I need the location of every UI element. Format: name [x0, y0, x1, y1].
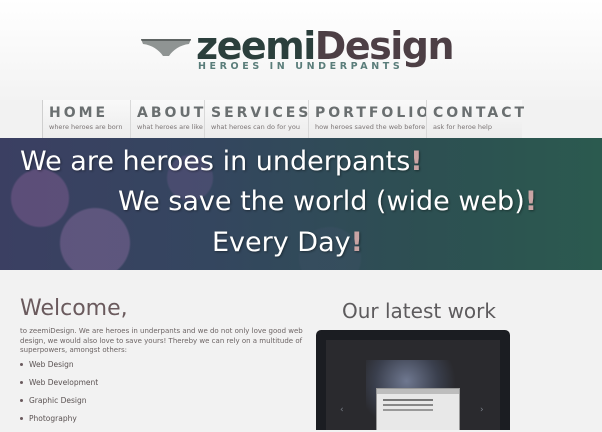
nav-home-title: HOME — [49, 105, 109, 121]
banner-line-2-excl: ! — [524, 186, 538, 217]
underpants-logo-icon — [141, 39, 191, 56]
nav-item-about[interactable]: ABOUT what heroes are like — [130, 100, 204, 138]
nav-about-subtitle: what heroes are like — [137, 123, 203, 131]
latest-work-heading: Our latest work — [342, 299, 496, 323]
banner-line-3-excl: ! — [350, 227, 363, 258]
hero-banner: We are heroes in underpants! We save the… — [0, 138, 602, 270]
nav-item-contact[interactable]: CONTACT ask for heroe help — [426, 100, 528, 138]
banner-line-3-text: Every Day — [212, 227, 351, 258]
nav-portfolio-subtitle: how heroes saved the web before — [315, 123, 426, 131]
nav-item-portfolio[interactable]: PORTFOLIO how heroes saved the web befor… — [308, 100, 432, 138]
nav-contact-title: CONTACT — [433, 105, 528, 121]
tagline: HEROES IN UNDERPANTS — [198, 61, 404, 72]
service-item-photography: Photography — [20, 414, 98, 432]
banner-line-1-text: We are heroes in underpants — [20, 146, 411, 177]
screen-window — [376, 388, 460, 430]
nav-services-title: SERVICES — [211, 105, 312, 121]
portfolio-screenshot: ‹ › — [326, 340, 500, 430]
logo[interactable]: zeemiDesign — [196, 26, 455, 66]
banner-line-1: We are heroes in underpants! — [20, 146, 423, 178]
services-list: Web Design Web Development Graphic Desig… — [20, 360, 98, 432]
carousel-prev-icon[interactable]: ‹ — [340, 405, 344, 415]
nav-services-subtitle: what heroes can do for you — [211, 123, 300, 131]
page: zeemiDesign HEROES IN UNDERPANTS HOME wh… — [0, 0, 602, 430]
banner-line-1-excl: ! — [410, 146, 423, 177]
header: zeemiDesign HEROES IN UNDERPANTS — [0, 0, 602, 100]
nav-item-services[interactable]: SERVICES what heroes can do for you — [204, 100, 308, 138]
nav-contact-subtitle: ask for heroe help — [433, 123, 492, 131]
nav-portfolio-title: PORTFOLIO — [315, 105, 432, 121]
welcome-paragraph: to zeemiDesign. We are heroes in underpa… — [20, 327, 303, 354]
nav-about-title: ABOUT — [137, 105, 207, 121]
service-item-web-design: Web Design — [20, 360, 98, 378]
latest-work-showcase[interactable]: ‹ › — [316, 330, 510, 430]
nav-item-home[interactable]: HOME where heroes are born — [42, 100, 130, 138]
carousel-next-icon[interactable]: › — [480, 405, 484, 415]
main-nav: HOME where heroes are born ABOUT what he… — [42, 100, 528, 138]
screen-text-lines — [383, 399, 433, 401]
banner-line-2-text: We save the world (wide web) — [118, 186, 525, 217]
welcome-heading: Welcome, — [20, 296, 128, 321]
banner-line-3: Every Day! — [212, 227, 363, 259]
service-item-web-development: Web Development — [20, 378, 98, 396]
nav-home-subtitle: where heroes are born — [49, 123, 123, 131]
banner-line-2: We save the world (wide web)! — [118, 186, 537, 218]
service-item-graphic-design: Graphic Design — [20, 396, 98, 414]
